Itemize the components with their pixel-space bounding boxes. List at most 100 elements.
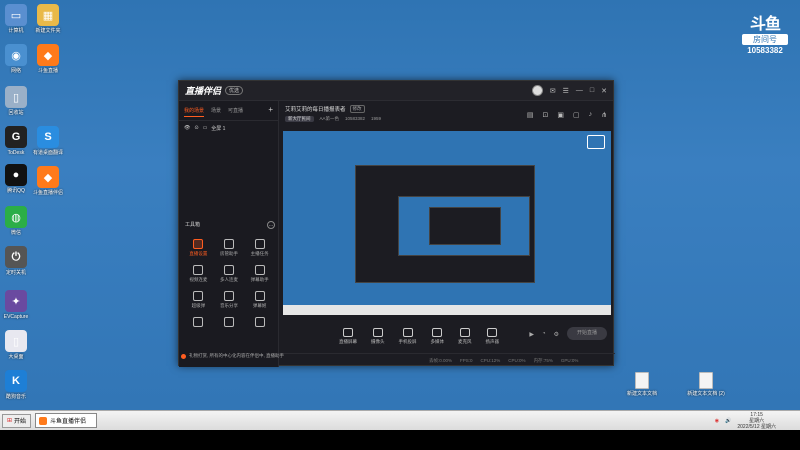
fans-count: 1959 <box>371 116 382 121</box>
bell-icon[interactable]: ♪ <box>589 111 593 119</box>
volume-icon[interactable]: 🔊 <box>725 418 731 424</box>
tool-item[interactable] <box>183 317 214 329</box>
edit-title-button[interactable]: 修改 <box>349 105 365 113</box>
tool-item[interactable]: 视频连麦 <box>183 265 214 283</box>
tool-label: 超级弹 <box>191 303 206 308</box>
tool-item[interactable]: 直播设置 <box>183 239 214 257</box>
source-icon <box>402 327 413 337</box>
desktop-icon-left-6[interactable]: ⏻ 定时关机 <box>0 246 38 276</box>
room-id: 10583382 <box>345 116 366 121</box>
tab-scenes[interactable]: 场景 <box>211 107 221 117</box>
start-button[interactable]: ⊞ 开始 <box>2 413 32 428</box>
scene-tabs: 我的场景 场景 可直播 + <box>179 101 278 121</box>
add-scene-button[interactable]: + <box>268 106 273 117</box>
desktop-icon-left-8[interactable]: ▯ 大桌面 <box>0 330 38 360</box>
source-icon <box>372 327 383 337</box>
tool-item[interactable] <box>244 317 275 329</box>
app-icon: K <box>5 370 27 392</box>
source-button[interactable]: 手机投屏 <box>399 327 417 345</box>
room-label: AA第一色 <box>319 116 340 121</box>
tray-app-icon[interactable]: ◉ <box>715 418 719 424</box>
minimize-icon[interactable]: — <box>576 87 583 94</box>
screenshot-icon[interactable]: ▢ <box>573 111 580 119</box>
source-button[interactable]: 多媒体 <box>431 327 444 345</box>
tool-item[interactable]: 超级弹 <box>183 291 214 309</box>
scene-item[interactable]: 👁 ⊙ ▭ 全屏 1 <box>179 121 278 136</box>
desktop-file-text-2[interactable]: 新建文本文档 (2) <box>686 372 726 397</box>
layout-icon[interactable]: ▤ <box>527 111 534 119</box>
douyu-app-icon <box>39 416 48 425</box>
tool-icon <box>193 291 204 301</box>
desktop-icon-left-5[interactable]: ◍ 微信 <box>0 206 38 236</box>
tool-icon <box>254 291 265 301</box>
tab-my-scenes[interactable]: 我的场景 <box>184 107 205 117</box>
crop-icon[interactable]: ▣ <box>557 111 564 119</box>
eye-icon[interactable]: 👁 <box>184 125 190 132</box>
status-item: 内存:75% <box>533 357 553 363</box>
taskbar-item-douyu[interactable]: 斗鱼直播伴侣 <box>35 413 98 428</box>
preview-nested-window-2 <box>429 207 501 245</box>
letterbox-bottom <box>0 430 800 450</box>
desktop-icon-left-2[interactable]: ▯ 回收站 <box>0 86 38 116</box>
tool-label: 音乐分享 <box>219 303 238 308</box>
desktop-file-text-1[interactable]: 新建文本文档 <box>622 372 662 397</box>
room-number: 10583382 <box>747 46 783 55</box>
status-item: CPU:0% <box>508 358 526 363</box>
source-icon <box>432 327 443 337</box>
tab-available[interactable]: 可直播 <box>228 107 243 117</box>
source-button[interactable]: 扬声器 <box>486 327 499 345</box>
tool-icon <box>254 265 265 275</box>
desktop: ▭ 计算机 ◉ 网络 ▯ 回收站 G ToDesk ● 腾讯QQ ◍ 微信 ⏻ 定时关机 ✦ EVCaptur… <box>0 0 800 410</box>
close-icon[interactable]: ✕ <box>601 87 607 95</box>
app-title: 直播伴侣 <box>185 86 222 96</box>
app-icon: G <box>5 126 27 148</box>
desktop-icon-left-7[interactable]: ✦ EVCapture <box>0 290 38 320</box>
category-badge[interactable]: 新大厅民间 <box>285 116 314 122</box>
tool-label: 房管助手 <box>219 251 238 256</box>
source-button[interactable]: 摄像头 <box>371 327 385 345</box>
desktop-icon-col2-2[interactable]: S 有道桌面翻译 <box>26 126 70 156</box>
app-icon: ◍ <box>5 206 27 228</box>
settings-icon[interactable]: ⚙ <box>554 331 559 338</box>
tool-item[interactable] <box>214 317 245 329</box>
menu-icon[interactable]: ☰ <box>563 87 569 95</box>
source-button[interactable]: 麦克风 <box>458 327 472 345</box>
record-icon[interactable]: ▶ <box>529 331 534 338</box>
desktop-icon-col2-3[interactable]: ◆ 斗鱼直播伴侣 <box>26 166 70 196</box>
more-tools-icon[interactable]: … <box>267 221 275 229</box>
stream-preview[interactable] <box>283 131 611 315</box>
tool-icon <box>193 265 204 275</box>
tool-item[interactable]: 多人连麦 <box>214 265 245 283</box>
tool-item[interactable]: 弹幕姬 <box>244 291 275 309</box>
desktop-icon-col2-1[interactable]: ◆ 斗鱼直播 <box>26 44 70 74</box>
start-live-button[interactable]: 开始直播 <box>567 327 607 340</box>
clock-icon[interactable]: ◔ <box>542 331 546 338</box>
tool-icon <box>223 239 234 249</box>
app-titlebar[interactable]: 直播伴侣 优选 ✉ ☰ — □ ✕ <box>179 81 613 101</box>
clock[interactable]: 17:15 星期六 2022/5/12 星期六 <box>737 412 776 430</box>
source-button[interactable]: 直播屏幕 <box>339 327 357 345</box>
tool-item[interactable]: 音乐分享 <box>214 291 245 309</box>
tool-item[interactable]: 房管助手 <box>214 239 245 257</box>
tool-item[interactable]: 弹幕助手 <box>244 265 275 283</box>
message-icon[interactable]: ✉ <box>550 87 556 95</box>
app-icon: ⏻ <box>5 246 27 268</box>
share-icon[interactable]: ⋔ <box>601 111 607 119</box>
notice-text: 礼物打赏, 所有的中心化内容在伴侣中, 直播助手 <box>189 353 284 358</box>
source-icon <box>343 327 353 337</box>
lock-icon[interactable]: ⊡ <box>543 111 549 119</box>
app-icon: ▭ <box>5 4 27 26</box>
desktop-icon-left-9[interactable]: K 酷狗音乐 <box>0 370 38 400</box>
source-toolbar: 直播屏幕 摄像头 手机投屏 多媒体 麦克风 扬声器 <box>279 323 615 349</box>
tool-label: 多人连麦 <box>219 277 238 282</box>
version-badge[interactable]: 优选 <box>225 86 244 95</box>
desktop-icon-col2-0[interactable]: ▦ 新建文件夹 <box>26 4 70 34</box>
room-info-bar: 艾莉艾莉的每日播报表者 修改 新大厅民间 AA第一色 10583382 1959… <box>279 101 615 129</box>
avatar-icon[interactable] <box>531 85 543 96</box>
douyu-companion-window[interactable]: 直播伴侣 优选 ✉ ☰ — □ ✕ 我的场景 场景 可直播 + 👁 ⊙ ▭ 全屏… <box>178 80 615 367</box>
scene-label: 全屏 1 <box>211 126 226 132</box>
app-sidebar: 我的场景 场景 可直播 + 👁 ⊙ ▭ 全屏 1 工具箱 … 直播设置 房管助手 主… <box>179 101 279 367</box>
maximize-icon[interactable]: □ <box>590 87 594 94</box>
tool-item[interactable]: 主播任务 <box>244 239 275 257</box>
lock-icon[interactable]: ⊙ <box>194 125 198 132</box>
